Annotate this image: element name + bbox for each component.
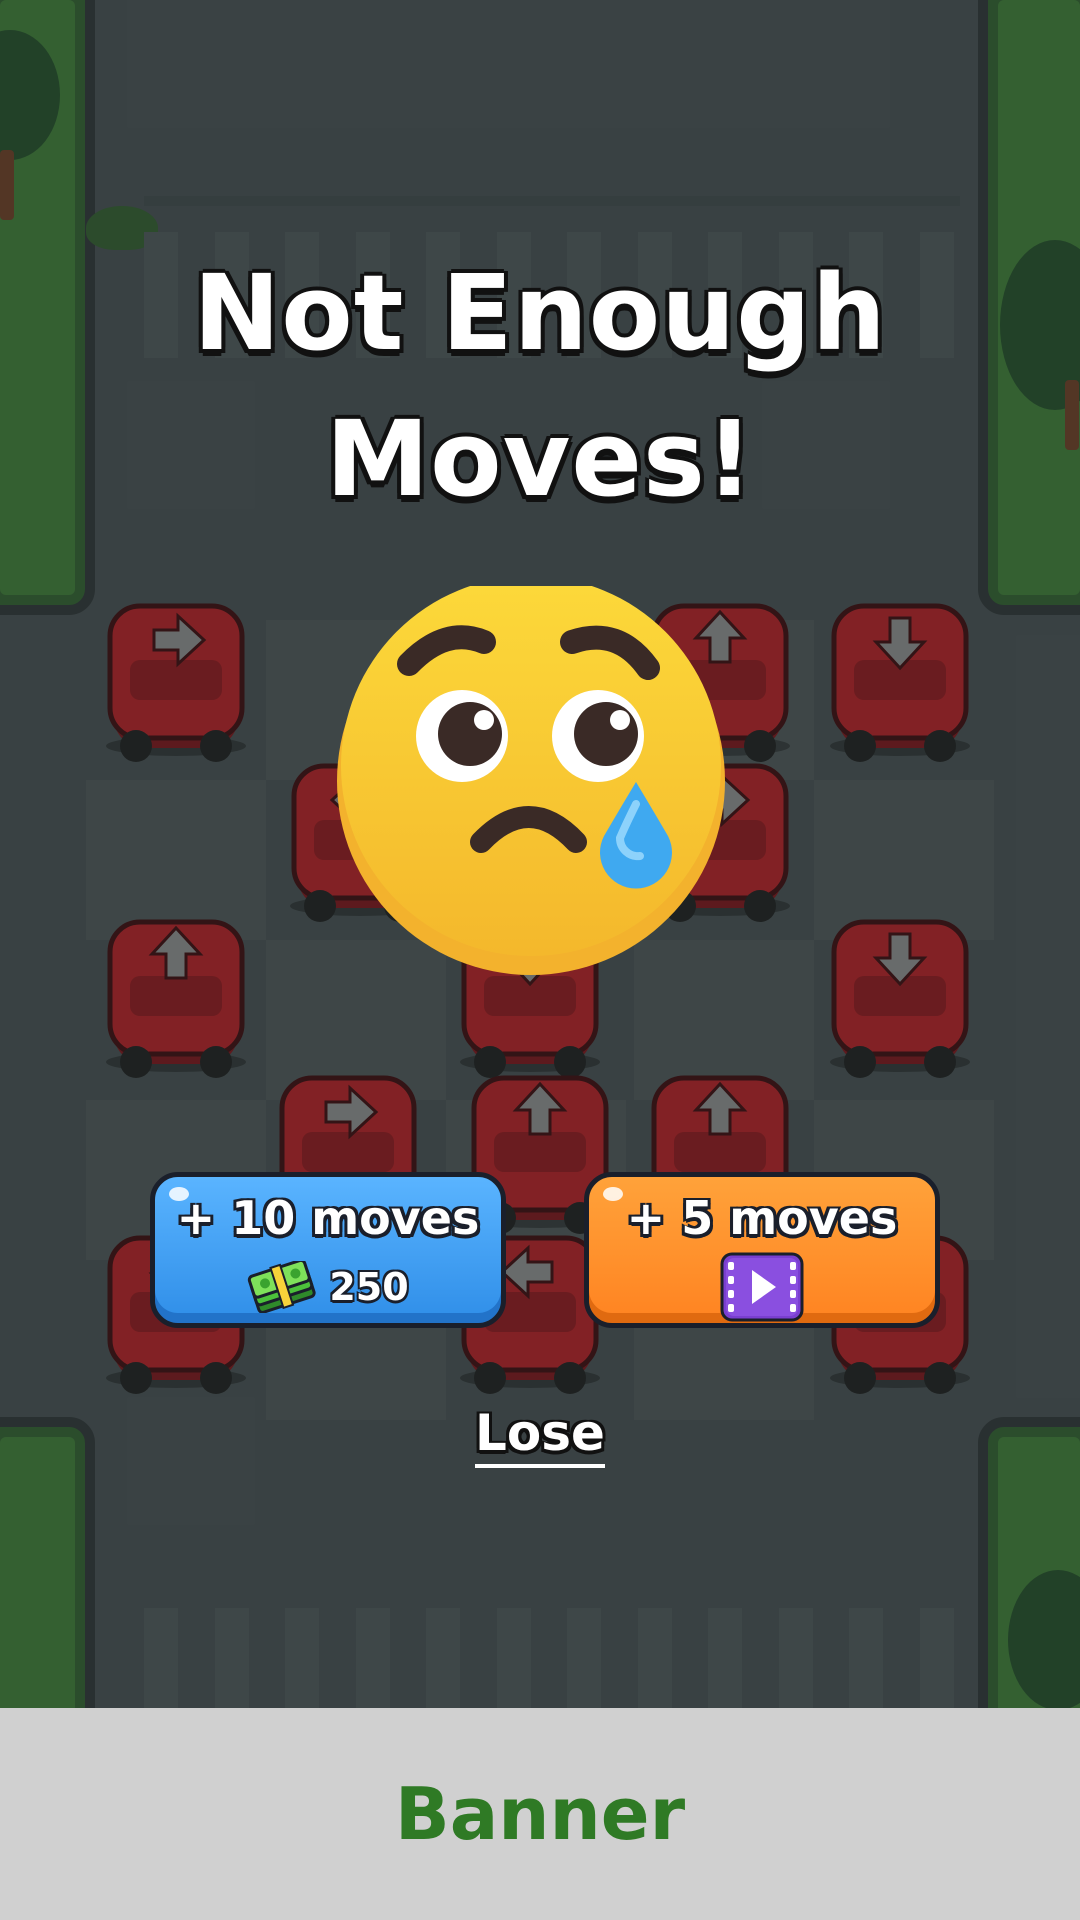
popup-title-line2: Moves! xyxy=(325,398,755,520)
buy-moves-price: 250 xyxy=(155,1259,501,1315)
watch-ad-moves-label: + 5 moves xyxy=(626,1191,898,1245)
video-play-icon xyxy=(720,1252,804,1322)
buy-moves-label: + 10 moves xyxy=(176,1191,480,1245)
buy-moves-button[interactable]: + 10 moves 250 xyxy=(150,1172,506,1328)
watch-ad-moves-button[interactable]: + 5 moves xyxy=(584,1172,940,1328)
lose-link-row: Lose xyxy=(0,1404,1080,1468)
ad-banner[interactable]: Banner xyxy=(0,1708,1080,1920)
popup-title-line1: Not Enough xyxy=(193,252,887,374)
lose-button[interactable]: Lose xyxy=(475,1404,605,1468)
buy-moves-price-value: 250 xyxy=(329,1265,409,1309)
sad-tear-emoji-icon xyxy=(336,576,726,976)
cash-stack-icon xyxy=(248,1261,316,1313)
banner-label: Banner xyxy=(394,1772,686,1856)
